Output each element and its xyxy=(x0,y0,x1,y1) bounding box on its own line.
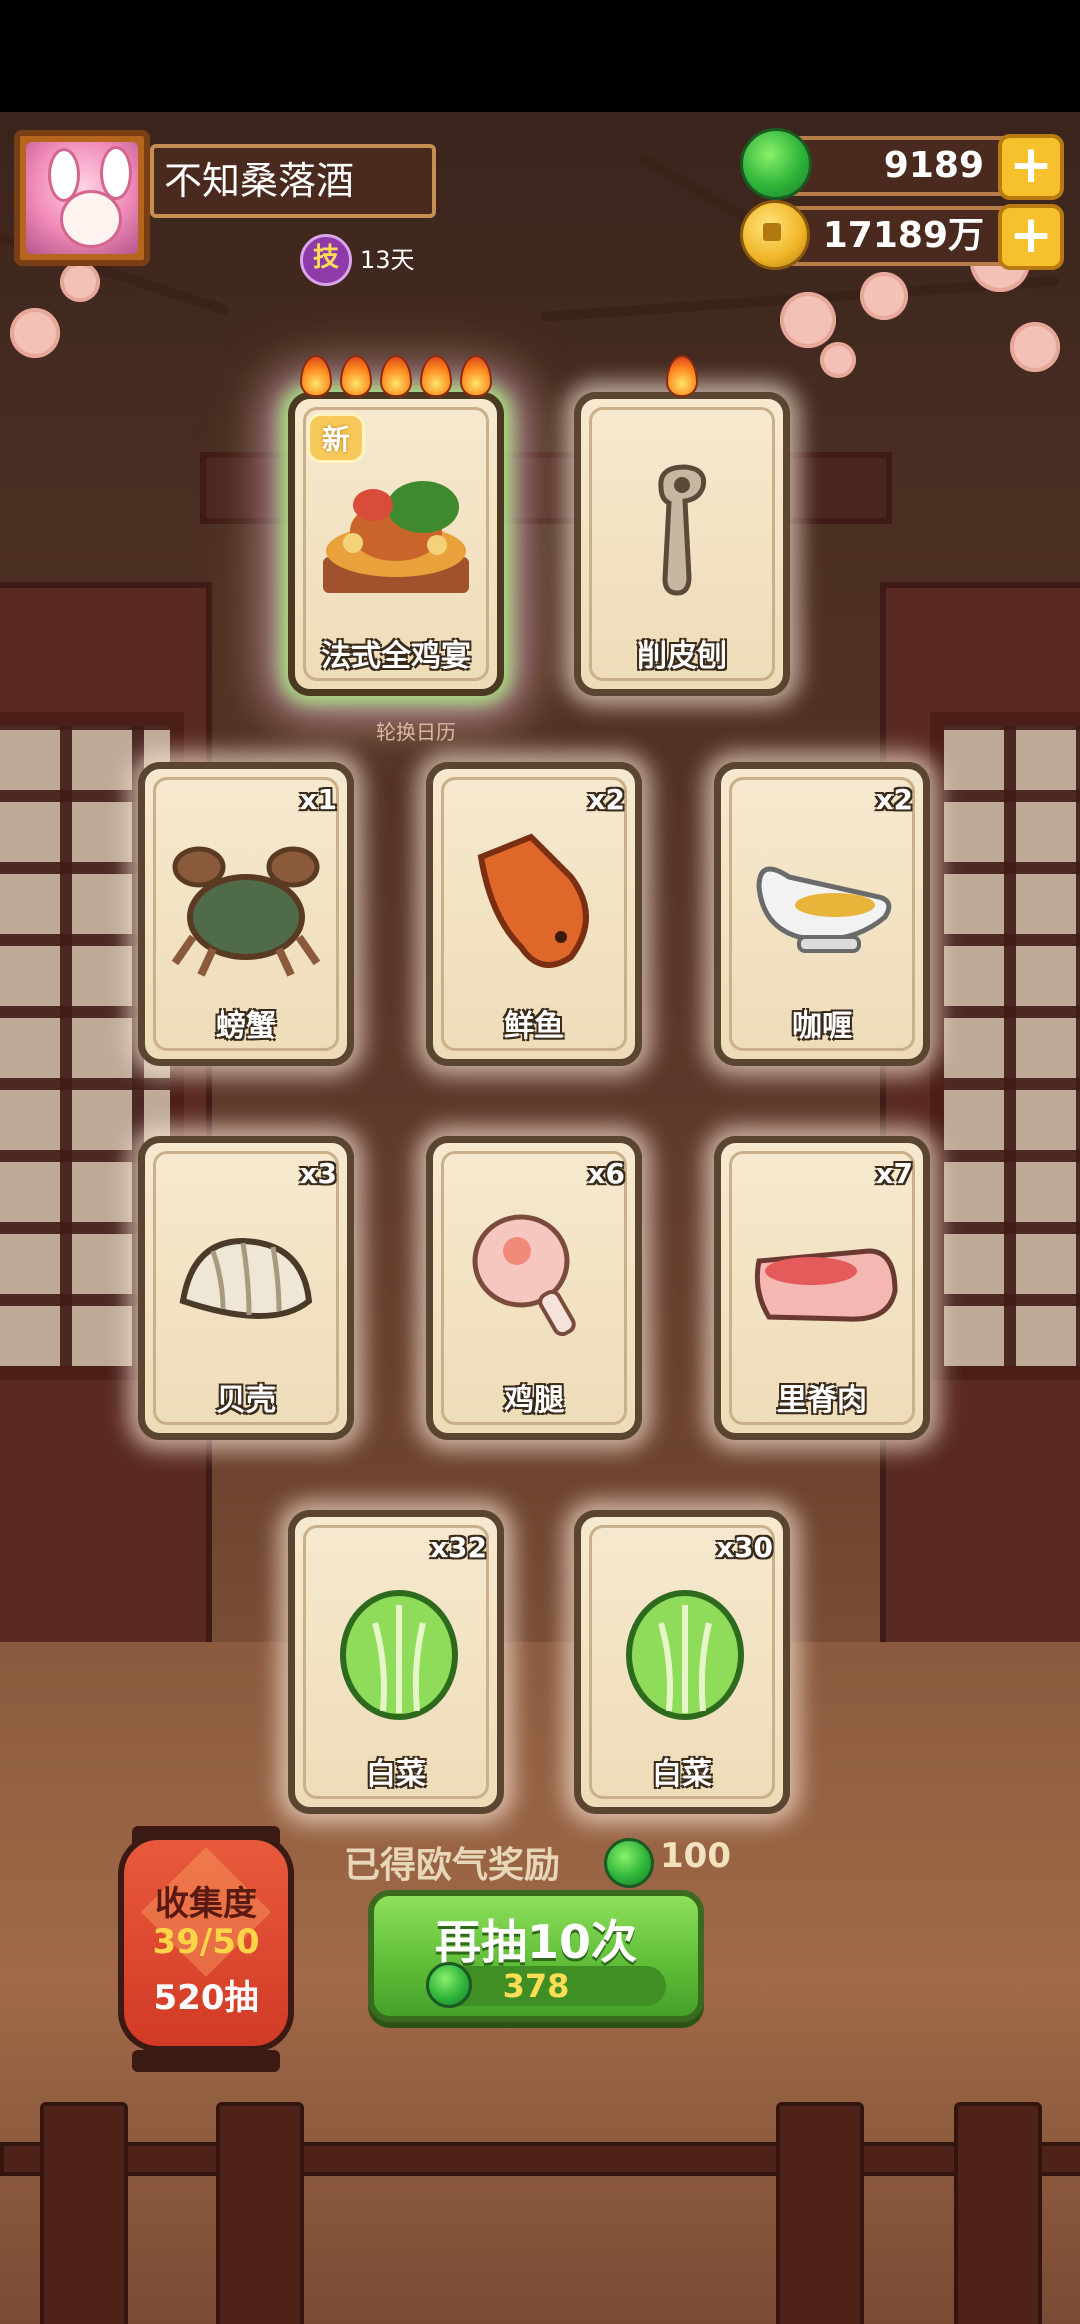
card-curry[interactable]: x2 咖喱 xyxy=(714,762,930,1066)
card-cabbage-1[interactable]: x32 白菜 xyxy=(288,1510,504,1814)
player-avatar[interactable] xyxy=(14,130,150,266)
rarity-flames xyxy=(295,355,497,397)
blossom xyxy=(780,292,836,348)
feast-icon xyxy=(323,481,469,593)
flame-icon xyxy=(300,355,332,397)
reward-label: 已得欧气奖励 xyxy=(344,1845,561,1886)
window-lattice-right xyxy=(930,712,1080,1380)
tenderloin-icon xyxy=(754,1248,898,1322)
coin-amount: 17189万 xyxy=(822,215,984,256)
card-shell[interactable]: x3 贝壳 xyxy=(138,1136,354,1440)
cabbage-icon xyxy=(626,1590,744,1720)
card-name: 鸡腿 xyxy=(504,1383,564,1418)
peeler-icon xyxy=(658,464,707,596)
coin-currency: 17189万 + xyxy=(740,200,1064,270)
drumstick-icon xyxy=(472,1214,576,1337)
gem-amount: 9189 xyxy=(883,145,984,186)
card-name: 鲜鱼 xyxy=(504,1009,564,1044)
avatar-portrait xyxy=(26,142,138,254)
card-name: 法式全鸡宴 xyxy=(321,639,471,674)
flame-icon xyxy=(460,355,492,397)
reward-value: 100 xyxy=(660,1836,731,1876)
card-name: 白菜 xyxy=(652,1757,712,1792)
card-count: x30 xyxy=(715,1531,773,1564)
card-featured-1[interactable]: 新 法式全鸡宴 xyxy=(288,355,504,696)
rotation-calendar-label: 轮换日历 xyxy=(376,720,456,744)
card-name: 白菜 xyxy=(366,1757,426,1792)
collection-draws: 520抽 xyxy=(153,1978,259,2018)
card-drumstick[interactable]: x6 鸡腿 xyxy=(426,1136,642,1440)
card-count: x32 xyxy=(429,1531,487,1564)
collection-progress: 39/50 xyxy=(152,1922,260,1962)
card-fish[interactable]: x2 鲜鱼 xyxy=(426,762,642,1066)
skill-days: 13天 xyxy=(360,246,415,274)
draw-cost: 378 xyxy=(502,1967,570,2005)
card-tenderloin[interactable]: x7 里脊肉 xyxy=(714,1136,930,1440)
flame-icon xyxy=(340,355,372,397)
card-count: x1 xyxy=(299,783,337,816)
collection-title: 收集度 xyxy=(155,1884,257,1924)
collection-lantern[interactable]: 收集度 39/50 520抽 xyxy=(118,1834,294,2052)
green-gem-icon xyxy=(604,1838,654,1888)
card-name: 咖喱 xyxy=(792,1009,852,1044)
flame-icon xyxy=(666,355,698,397)
skill-badge-icon[interactable]: 技 xyxy=(300,234,352,286)
blossom xyxy=(860,272,908,320)
card-count: x7 xyxy=(875,1157,913,1190)
draw-again-label: 再抽10次 xyxy=(434,1915,637,1969)
card-count: x2 xyxy=(875,783,913,816)
gold-coin-icon xyxy=(740,200,810,270)
card-cabbage-2[interactable]: x30 白菜 xyxy=(574,1510,790,1814)
railing-post xyxy=(216,2102,304,2324)
flame-icon xyxy=(420,355,452,397)
railing-post xyxy=(776,2102,864,2324)
add-coins-button[interactable]: + xyxy=(998,204,1064,270)
lantern-base xyxy=(132,2050,280,2072)
add-gems-button[interactable]: + xyxy=(998,134,1064,200)
blossom xyxy=(1010,322,1060,372)
card-crab[interactable]: x1 螃蟹 xyxy=(138,762,354,1066)
rarity-flames xyxy=(581,355,783,397)
card-name: 贝壳 xyxy=(216,1383,276,1418)
blossom xyxy=(10,308,60,358)
green-gem-icon xyxy=(740,128,812,200)
player-name[interactable]: 不知桑落酒 xyxy=(150,144,436,218)
card-count: x2 xyxy=(587,783,625,816)
card-name: 螃蟹 xyxy=(216,1009,276,1044)
card-count: x6 xyxy=(587,1157,625,1190)
card-featured-2[interactable]: 削皮刨 xyxy=(574,355,790,696)
shell-icon xyxy=(179,1237,313,1319)
blossom xyxy=(60,262,100,302)
railing-post xyxy=(40,2102,128,2324)
draw-again-button[interactable]: 再抽10次 378 xyxy=(368,1890,704,2022)
cabbage-icon xyxy=(340,1590,458,1720)
crab-icon xyxy=(171,846,321,977)
blossom xyxy=(820,342,856,378)
curry-icon xyxy=(756,866,892,953)
card-count: x3 xyxy=(299,1157,337,1190)
fish-icon xyxy=(477,833,589,968)
card-name: 里脊肉 xyxy=(777,1383,867,1418)
gem-currency: 9189 + xyxy=(740,128,1064,200)
railing xyxy=(0,2142,1080,2176)
railing-post xyxy=(954,2102,1042,2324)
card-name: 削皮刨 xyxy=(637,639,727,674)
flame-icon xyxy=(380,355,412,397)
